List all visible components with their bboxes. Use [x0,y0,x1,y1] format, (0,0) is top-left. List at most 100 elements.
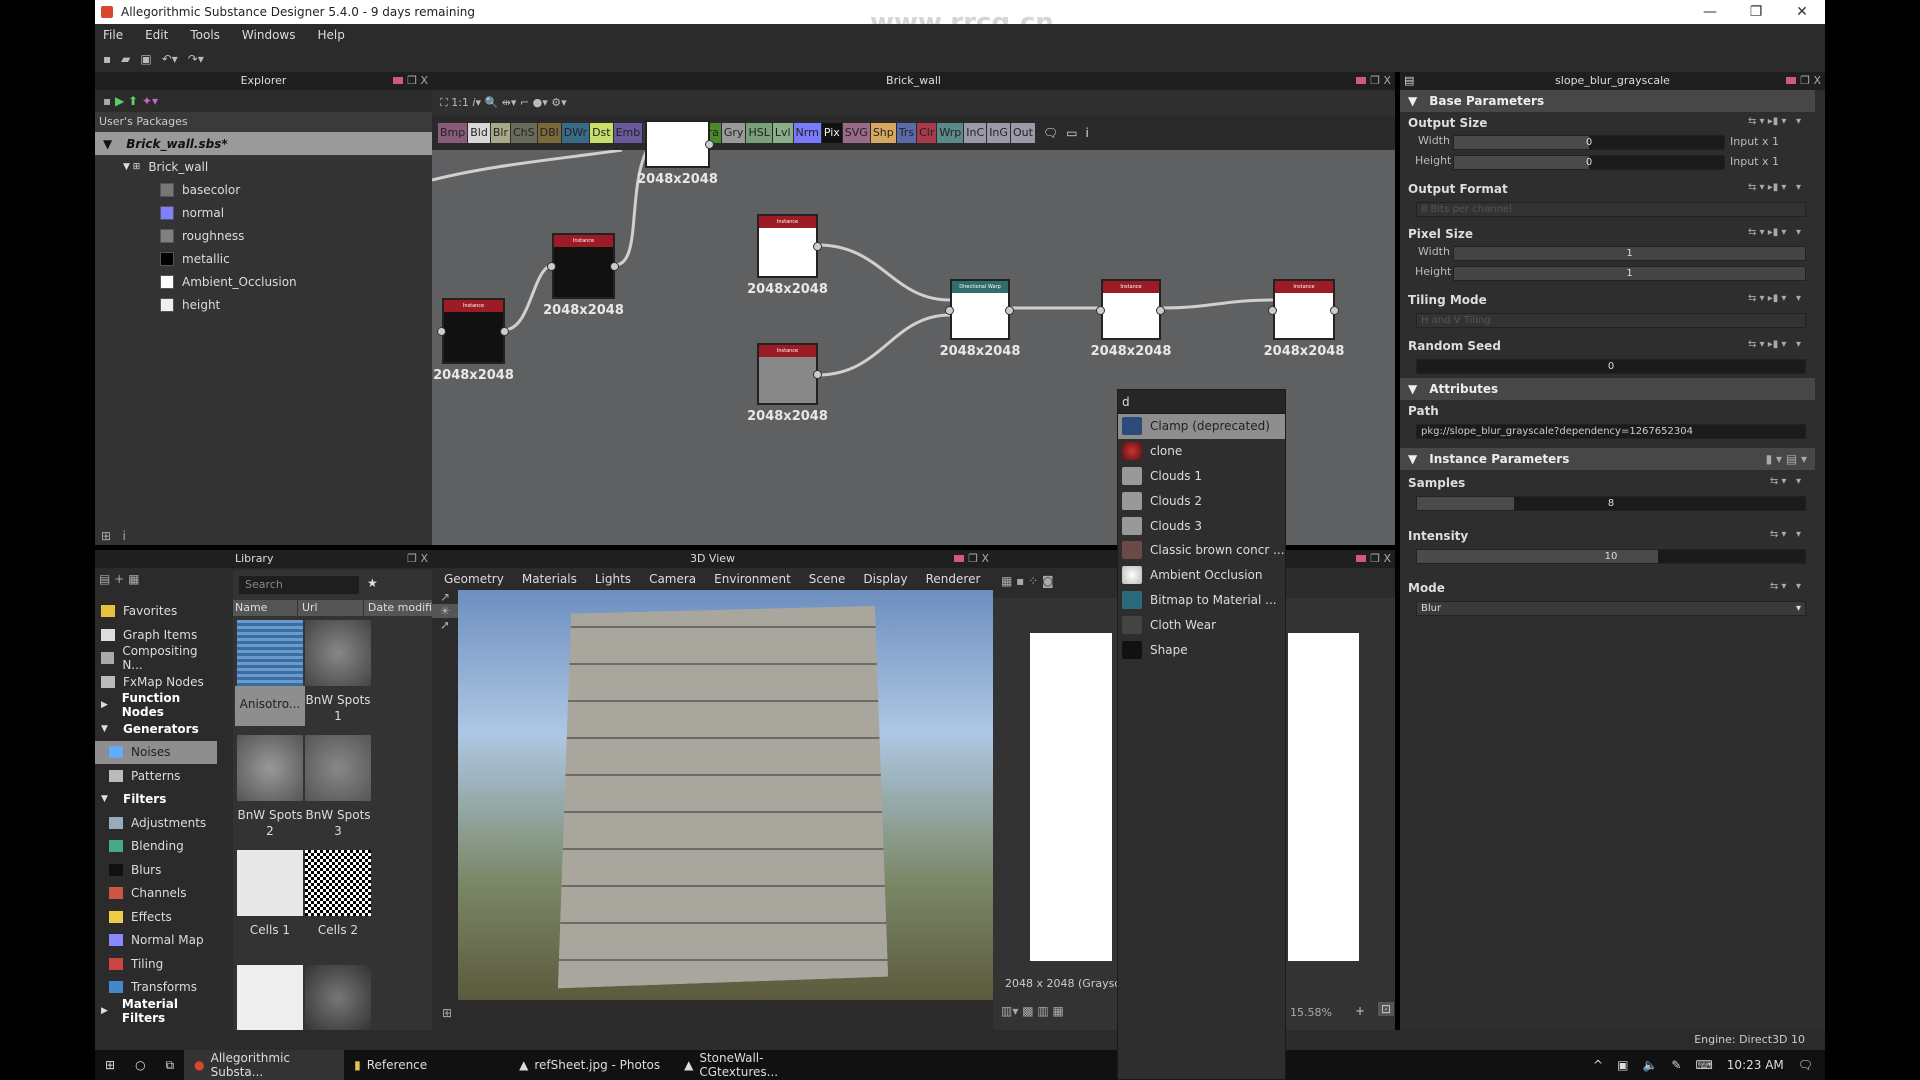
pin-node-icon[interactable]: ⅰ [1085,126,1088,140]
param-options-icon[interactable]: ⇆ ▾ ▾ [1770,581,1801,592]
alpha-icon[interactable]: ▩ [1022,1004,1033,1018]
menu-item[interactable]: Cloth Wear [1118,612,1285,637]
output-width-slider[interactable]: 0 [1453,135,1725,150]
float-icon[interactable]: ❐ [968,552,981,565]
package-item[interactable]: ▼ Brick_wall.sbs* [95,132,432,155]
view3d-menu-materials[interactable]: Materials [522,572,577,586]
library-category[interactable]: Noises [95,741,217,765]
search-button[interactable]: ○ [125,1050,155,1080]
intensity-slider[interactable]: 10 [1416,549,1806,564]
param-options-icon[interactable]: ⇆ ▾ ▾ [1770,476,1801,487]
rgb-icon[interactable]: ▥▾ [1001,1004,1018,1018]
graph-node[interactable]: Instance [757,214,818,278]
palette-node-emb[interactable]: Emb [613,123,643,143]
link-icon[interactable]: ⌐ [520,96,529,109]
output-item[interactable]: normal [160,201,297,224]
close-panel-icon[interactable]: X [1383,74,1391,87]
float-icon[interactable]: ❐ [1370,74,1383,87]
task-view-button[interactable]: ⧉ [156,1050,185,1080]
palette-node-gry[interactable]: Gry [721,123,746,143]
palette-node-hsl[interactable]: HSL [746,123,772,143]
view3d-menu-camera[interactable]: Camera [649,572,696,586]
output-item[interactable]: roughness [160,224,297,247]
library-category[interactable]: ▶ Material Filters [95,997,217,1025]
output-pin[interactable] [1156,305,1165,315]
library-item-label[interactable]: BnW Spots 2 [235,807,305,839]
library-category[interactable]: ▶ Function Nodes [95,691,217,719]
library-item-label[interactable]: BnW Spots 1 [303,692,373,724]
folders-icon[interactable]: ▤ [99,572,110,586]
tray-chevron-icon[interactable]: ^ [1593,1058,1603,1072]
palette-node-out[interactable]: Out [1010,123,1035,143]
settings-icon[interactable]: ⚙▾ [551,96,566,109]
param-options-icon[interactable]: ⇆ ▾ ▸▮ ▾ ▾ [1748,293,1801,304]
input-pin[interactable] [437,327,446,336]
volume-icon[interactable]: 🔈 [1642,1058,1657,1072]
close-panel-icon[interactable]: X [420,552,428,565]
palette-node-ing[interactable]: InG [987,123,1010,143]
tree-icon[interactable]: ⊞ [101,529,111,543]
close-panel-icon[interactable]: X [420,74,428,87]
float-icon[interactable]: ❐ [407,74,420,87]
publish-icon[interactable]: ⬆ [128,94,138,108]
library-category[interactable]: Adjustments [95,812,217,835]
menu-help[interactable]: Help [317,28,344,42]
export-icon[interactable]: ↗ [432,590,458,604]
open-icon[interactable]: ▰ [121,52,130,66]
palette-node-shp[interactable]: Shp [870,123,896,143]
pin-icon[interactable] [393,77,404,84]
tree-icon[interactable]: ⊞ [442,1006,452,1020]
palette-node-pix[interactable]: Pix [821,123,842,143]
view3d-menu-geometry[interactable]: Geometry [444,572,504,586]
graph-node[interactable]: Instance [442,298,505,364]
taskbar-app-photos[interactable]: ▲ refSheet.jpg - Photos [509,1050,674,1080]
output-height-slider[interactable]: 0 [1453,155,1725,170]
close-panel-icon[interactable]: X [981,552,989,565]
palette-node-dwr[interactable]: DWr [561,123,590,143]
fit-icon[interactable]: ⛶ [440,96,448,109]
library-item-thumbnail[interactable] [305,965,371,1031]
pixel-height-slider[interactable]: 1 [1453,266,1806,281]
menu-file[interactable]: File [103,28,123,42]
output-item[interactable]: metallic [160,247,297,270]
input-pin[interactable] [945,305,954,315]
close-panel-icon[interactable]: X [1813,74,1821,87]
library-category[interactable]: Patterns [95,765,217,788]
tiling-mode-dropdown[interactable]: H and V Tiling [1416,313,1806,328]
frame-icon[interactable]: ▭ [1066,126,1077,140]
graph-item[interactable]: ▼ ⊞ Brick_wall [123,155,208,178]
palette-node-lvl[interactable]: Lvl [772,123,793,143]
palette-node-clr[interactable]: Clr [917,123,937,143]
attributes-section[interactable]: ▼ Attributes [1400,378,1815,400]
random-seed-slider[interactable]: 0 [1416,359,1806,374]
preset-icons[interactable]: ▮ ▾ ▤ ▾ [1766,452,1807,466]
output-pin[interactable] [813,370,822,379]
select-icon[interactable]: ➚ [432,618,458,632]
palette-node-bld[interactable]: Bld [468,123,490,143]
menu-item[interactable]: Classic brown concr ... [1118,538,1285,563]
output-pin[interactable] [610,262,619,271]
library-item-thumbnail[interactable] [305,620,371,686]
palette-node-trs[interactable]: Trs [896,123,917,143]
close-button[interactable]: ✕ [1779,0,1825,24]
column-url[interactable]: Url [296,600,363,616]
view3d-menu-environment[interactable]: Environment [714,572,791,586]
output-pin[interactable] [500,327,509,336]
palette-node-svg[interactable]: SVG [842,123,870,143]
fit-view-icon[interactable]: ⊡ [1378,1002,1395,1016]
favorite-star-icon[interactable]: ★ [367,576,378,590]
view3d-viewport[interactable] [458,590,993,1000]
edit-icon[interactable]: ▦ [128,572,139,586]
zoom-1-1-button[interactable]: 1:1 [451,96,469,109]
menu-item[interactable]: Clouds 3 [1118,513,1285,538]
output-item[interactable]: height [160,293,297,316]
clock[interactable]: 10:23 AM [1727,1058,1784,1072]
view3d-menu-renderer[interactable]: Renderer [926,572,981,586]
output-format-dropdown[interactable]: 8 Bits per channel [1416,202,1806,217]
output-pin[interactable] [705,140,714,149]
search-icon[interactable]: 🔍 [485,96,499,109]
param-options-icon[interactable]: ⇆ ▾ ▸▮ ▾ ▾ [1748,339,1801,350]
pin-icon[interactable] [1356,77,1367,84]
expand-arrow-icon[interactable]: ▼ [101,724,115,734]
library-item-thumbnail[interactable] [305,735,371,801]
